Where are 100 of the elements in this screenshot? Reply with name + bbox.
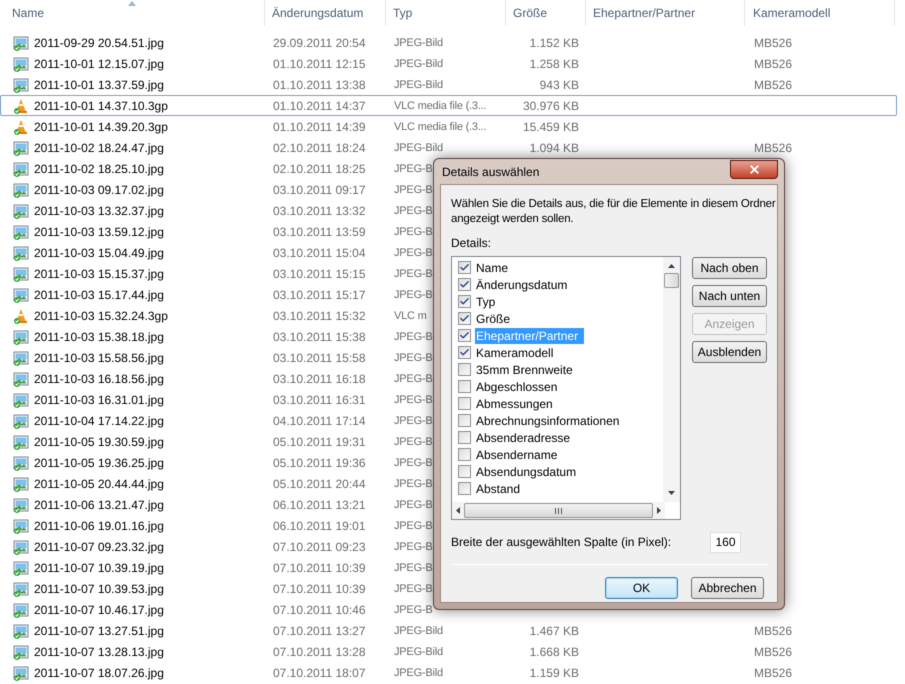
date-cell: 06.10.2011 13:21 bbox=[273, 498, 366, 512]
file-name: 2011-10-01 12.15.07.jpg bbox=[34, 56, 164, 72]
image-file-icon bbox=[13, 622, 29, 638]
scroll-thumb[interactable] bbox=[664, 273, 679, 288]
file-name: 2011-10-07 10.46.17.jpg bbox=[34, 602, 164, 618]
column-header[interactable]: Typ bbox=[386, 0, 506, 26]
checkbox[interactable] bbox=[458, 278, 471, 291]
checkbox[interactable] bbox=[458, 380, 471, 393]
width-label: Breite der ausgewählten Spalte (in Pixel): bbox=[451, 534, 672, 551]
column-header[interactable]: Kameramodell bbox=[745, 0, 895, 26]
file-name: 2011-10-03 15.15.37.jpg bbox=[34, 266, 164, 282]
type-cell: JPEG-Bild bbox=[394, 646, 443, 658]
detail-item[interactable]: Änderungsdatum bbox=[475, 276, 568, 292]
checkbox[interactable] bbox=[458, 482, 471, 495]
dialog-button[interactable]: Abbrechen bbox=[691, 577, 764, 599]
type-cell: JPEG-B bbox=[394, 604, 433, 616]
type-cell: JPEG-B bbox=[394, 289, 433, 302]
image-file-icon bbox=[13, 160, 29, 176]
focus-rectangle[interactable]: 2011-10-01 14.37.10.3gp 01.10.2011 14:37 VLC media file (.3... 30.976 KB bbox=[0, 95, 897, 116]
size-cell-text: 30.976 KB bbox=[522, 98, 579, 114]
date-cell: 03.10.2011 15:58 bbox=[273, 350, 366, 364]
type-cell: JPEG-B bbox=[394, 562, 433, 574]
detail-item[interactable]: 35mm Brennweite bbox=[475, 362, 574, 378]
checkbox[interactable] bbox=[458, 431, 471, 444]
column-header[interactable]: Name bbox=[0, 0, 265, 26]
column-header[interactable]: Ehepartner/Partner bbox=[586, 0, 745, 26]
detail-item[interactable]: Größe bbox=[475, 310, 512, 326]
file-name: 2011-10-05 20.44.44.jpg bbox=[34, 476, 164, 492]
image-file-icon bbox=[13, 370, 29, 386]
column-header[interactable]: Größe bbox=[506, 0, 586, 26]
file-name: 2011-10-07 09.23.32.jpg bbox=[34, 538, 164, 556]
file-name: 2011-10-01 14.39.20.3gp bbox=[34, 118, 168, 136]
detail-item[interactable]: Typ bbox=[475, 294, 496, 310]
type-cell: JPEG-B bbox=[394, 184, 433, 196]
dialog-button[interactable]: OK bbox=[605, 577, 678, 599]
column-header[interactable]: Änderungsdatum bbox=[265, 0, 386, 26]
detail-item[interactable]: Abstand bbox=[475, 480, 522, 496]
date-cell: 03.10.2011 15:17 bbox=[273, 288, 366, 302]
horizontal-scrollbar[interactable] bbox=[452, 502, 665, 519]
detail-item[interactable]: Kameramodell bbox=[475, 344, 554, 360]
date-cell: 03.10.2011 16:18 bbox=[273, 372, 366, 386]
type-cell: JPEG-B bbox=[394, 205, 433, 218]
file-name: 2011-10-01 14.37.10.3gp bbox=[34, 98, 168, 114]
detail-item[interactable]: Absendungsdatum bbox=[475, 464, 578, 480]
image-file-icon bbox=[13, 286, 29, 302]
checkbox[interactable] bbox=[458, 397, 471, 410]
checkbox[interactable] bbox=[458, 346, 471, 359]
dialog-button[interactable]: Ausblenden bbox=[692, 341, 767, 363]
date-cell: 03.10.2011 16:31 bbox=[273, 392, 366, 406]
scroll-up-icon[interactable] bbox=[668, 264, 675, 268]
file-name: 2011-10-06 19.01.16.jpg bbox=[34, 518, 164, 534]
image-file-icon bbox=[13, 76, 29, 92]
checkbox[interactable] bbox=[458, 295, 471, 308]
size-cell-text: 1.467 KB bbox=[530, 622, 579, 640]
size-cell-text: 1.094 KB bbox=[530, 140, 579, 156]
type-cell: JPEG-B bbox=[394, 478, 433, 490]
detail-item[interactable]: Absendername bbox=[475, 446, 558, 462]
date-cell: 01.10.2011 12:15 bbox=[273, 56, 366, 70]
dialog-button[interactable]: Nach unten bbox=[692, 285, 767, 307]
image-file-icon bbox=[13, 518, 29, 534]
file-name: 2011-10-02 18.24.47.jpg bbox=[34, 140, 164, 156]
date-cell: 03.10.2011 09:17 bbox=[273, 182, 366, 196]
image-file-icon bbox=[13, 266, 29, 282]
type-cell: JPEG-B bbox=[394, 520, 433, 532]
checkbox[interactable] bbox=[458, 414, 471, 427]
scroll-thumb[interactable] bbox=[464, 503, 653, 518]
camera-cell: MB526 bbox=[754, 78, 792, 92]
date-cell: 03.10.2011 15:38 bbox=[273, 330, 366, 344]
type-cell: JPEG-B bbox=[394, 247, 433, 260]
type-cell: JPEG-Bild bbox=[394, 58, 443, 70]
date-cell: 03.10.2011 13:59 bbox=[273, 224, 366, 238]
close-icon bbox=[748, 163, 760, 176]
sort-arrow-icon bbox=[128, 1, 136, 6]
image-file-icon bbox=[13, 496, 29, 512]
scroll-right-icon[interactable] bbox=[657, 507, 661, 514]
file-name: 2011-10-03 16.18.56.jpg bbox=[34, 370, 164, 388]
checkbox[interactable] bbox=[458, 363, 471, 376]
detail-item[interactable]: Absenderadresse bbox=[475, 430, 572, 446]
checkbox[interactable] bbox=[458, 465, 471, 478]
detail-item[interactable]: Abrechnungsinformationen bbox=[475, 412, 620, 428]
image-file-icon bbox=[13, 350, 29, 366]
type-cell: JPEG-B bbox=[394, 415, 433, 428]
close-button[interactable] bbox=[730, 160, 778, 179]
scroll-down-icon[interactable] bbox=[668, 491, 675, 495]
checkbox[interactable] bbox=[458, 261, 471, 274]
image-file-icon bbox=[13, 244, 29, 260]
width-input[interactable]: 160 bbox=[710, 532, 741, 552]
date-cell: 01.10.2011 13:38 bbox=[273, 78, 366, 92]
checkbox[interactable] bbox=[458, 329, 471, 342]
detail-item[interactable]: Abgeschlossen bbox=[475, 378, 558, 394]
vertical-scrollbar[interactable] bbox=[663, 257, 680, 502]
checkbox[interactable] bbox=[458, 312, 471, 325]
date-cell: 07.10.2011 10:39 bbox=[273, 582, 366, 596]
traffic-cone-icon bbox=[13, 308, 29, 324]
dialog-button[interactable]: Nach oben bbox=[692, 257, 767, 279]
detail-item[interactable]: Name bbox=[475, 260, 510, 276]
checkbox[interactable] bbox=[458, 448, 471, 461]
scroll-left-icon[interactable] bbox=[456, 507, 460, 514]
detail-item[interactable]: Abmessungen bbox=[475, 396, 554, 412]
date-cell: 07.10.2011 13:27 bbox=[273, 624, 366, 638]
